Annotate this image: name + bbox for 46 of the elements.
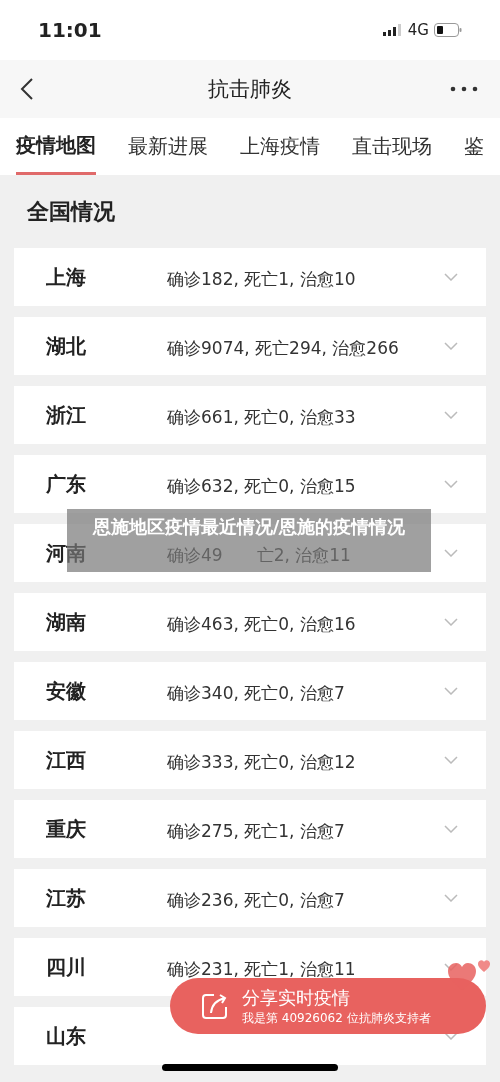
share-icon	[200, 991, 230, 1021]
status-time: 11:01	[38, 18, 102, 42]
region-stats: 确诊49	[167, 543, 223, 567]
region-stats: 确诊632, 死亡0, 治愈15	[167, 474, 356, 498]
region-name: 浙江	[46, 401, 87, 429]
tab[interactable]: 鉴	[464, 118, 484, 175]
region-stats: 确诊340, 死亡0, 治愈7	[167, 681, 345, 705]
region-name: 江苏	[46, 884, 87, 912]
region-name: 重庆	[46, 815, 87, 843]
region-stats: 确诊275, 死亡1, 治愈7	[167, 819, 345, 843]
signal-icon	[382, 24, 403, 36]
section-title: 全国情况	[27, 198, 116, 226]
tab[interactable]: 疫情地图	[16, 118, 96, 175]
region-row[interactable]: 江苏 确诊236, 死亡0, 治愈7	[14, 869, 486, 927]
region-stats: 确诊333, 死亡0, 治愈12	[167, 750, 356, 774]
region-name: 山东	[46, 1022, 87, 1050]
region-row[interactable]: 上海 确诊182, 死亡1, 治愈10	[14, 248, 486, 306]
region-name: 湖北	[46, 332, 87, 360]
region-stats: 确诊463, 死亡0, 治愈16	[167, 612, 356, 636]
region-stats: 确诊661, 死亡0, 治愈33	[167, 405, 356, 429]
region-name: 上海	[46, 263, 87, 291]
region-row[interactable]: 湖北 确诊9074, 死亡294, 治愈266	[14, 317, 486, 375]
region-stats: 确诊9074, 死亡294, 治愈266	[167, 336, 399, 360]
region-stats: 确诊236, 死亡0, 治愈7	[167, 888, 345, 912]
region-row[interactable]: 重庆 确诊275, 死亡1, 治愈7	[14, 800, 486, 858]
region-row[interactable]: 江西 确诊333, 死亡0, 治愈12	[14, 731, 486, 789]
region-row[interactable]: 浙江 确诊661, 死亡0, 治愈33	[14, 386, 486, 444]
region-name: 湖南	[46, 608, 87, 636]
battery-icon	[434, 23, 462, 37]
region-name: 安徽	[46, 677, 87, 705]
page-title: 抗击肺炎	[208, 76, 292, 103]
tab[interactable]: 最新进展	[128, 118, 208, 175]
region-name: 广东	[46, 470, 87, 498]
region-stats: 确诊182, 死亡1, 治愈10	[167, 267, 356, 291]
region-row[interactable]: 安徽 确诊340, 死亡0, 治愈7	[14, 662, 486, 720]
region-row[interactable]: 湖南 确诊463, 死亡0, 治愈16	[14, 593, 486, 651]
more-icon[interactable]	[450, 86, 478, 92]
back-icon[interactable]	[20, 77, 34, 101]
region-name: 江西	[46, 746, 87, 774]
region-row[interactable]: 广东 确诊632, 死亡0, 治愈15	[14, 455, 486, 513]
tab[interactable]: 直击现场	[352, 118, 432, 175]
region-name: 四川	[46, 953, 87, 981]
tab[interactable]: 上海疫情	[240, 118, 320, 175]
region-stats: 确诊231, 死亡1, 治愈11	[167, 957, 356, 981]
network-label: 4G	[407, 21, 429, 39]
region-stats: 亡2, 治愈11	[256, 543, 351, 567]
